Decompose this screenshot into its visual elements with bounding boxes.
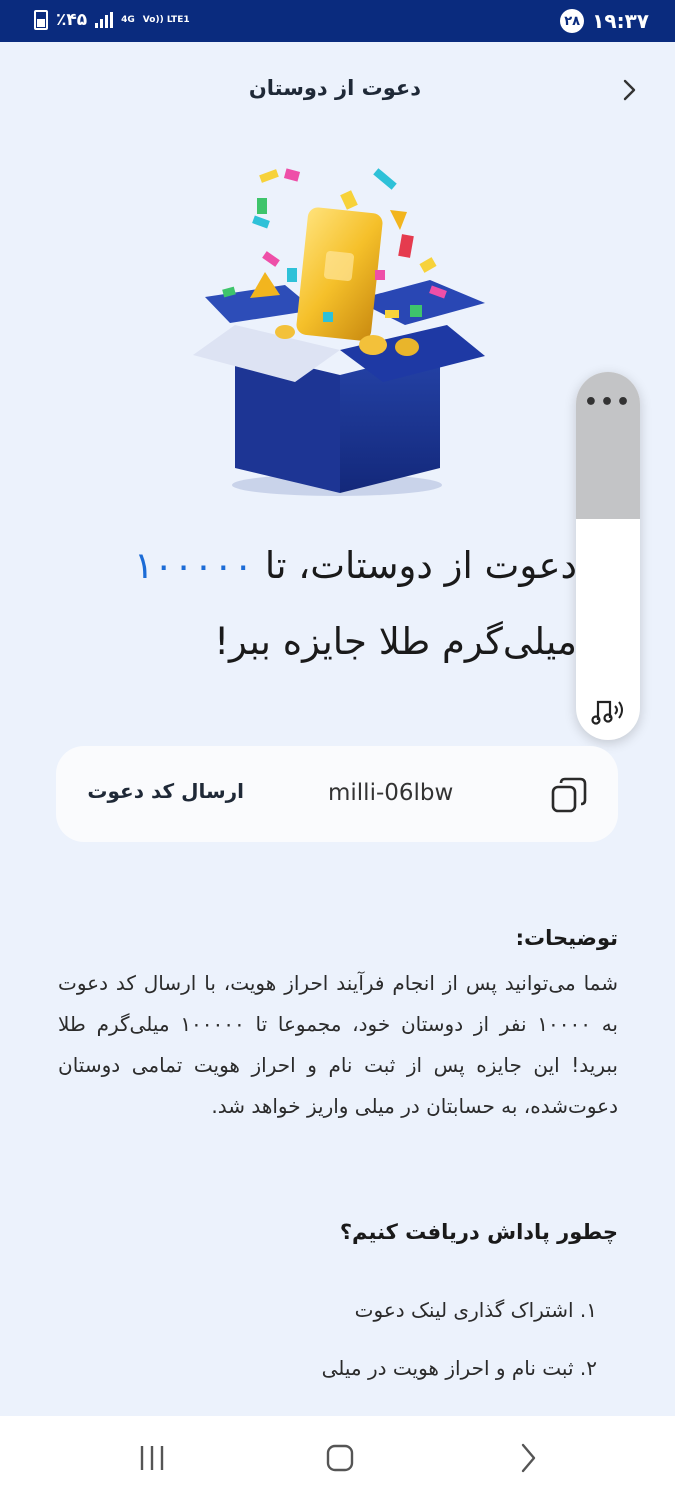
- chevron-right-icon[interactable]: [617, 78, 641, 102]
- network-type: 4G: [121, 15, 135, 25]
- headline: دعوت از دوستات، تا ۱۰۰۰۰۰ میلی‌گرم طلا ج…: [17, 528, 577, 680]
- send-invite-code-button[interactable]: ارسال کد دعوت: [87, 779, 244, 803]
- step-item: ۲. ثبت نام و احراز هویت در میلی: [321, 1356, 597, 1380]
- more-dots-icon[interactable]: •••: [576, 390, 640, 415]
- headline-part1: دعوت از دوستات، تا: [253, 544, 577, 587]
- floating-audio-widget[interactable]: •••: [576, 372, 640, 740]
- home-icon[interactable]: [324, 1442, 356, 1474]
- how-to-title: چطور پاداش دریافت کنیم؟: [339, 1220, 618, 1244]
- status-left-group: ٪۴۵ 4G Vo)) LTE1: [34, 10, 190, 30]
- headline-part2: میلی‌گرم طلا جایزه ببر!: [214, 620, 577, 663]
- description-title: توضیحات:: [515, 926, 618, 950]
- system-nav-bar: [0, 1416, 675, 1500]
- widget-handle[interactable]: •••: [576, 372, 640, 519]
- back-arrow-icon[interactable]: [512, 1442, 544, 1474]
- music-note-sound-icon[interactable]: [588, 690, 628, 730]
- network-label: Vo)) LTE1: [142, 15, 190, 25]
- battery-icon: [34, 10, 48, 30]
- status-right-group: ۲۸ ۱۹:۳۷: [560, 9, 649, 33]
- status-time: ۱۹:۳۷: [592, 9, 649, 33]
- gift-box-illustration: [193, 168, 485, 496]
- step-item: ۱. اشتراک گذاری لینک دعوت: [354, 1298, 597, 1322]
- network-indicator: 4G: [121, 15, 135, 25]
- invite-code: milli-06lbw: [328, 780, 454, 806]
- battery-level: ٪۴۵: [56, 10, 88, 30]
- volte-indicator: Vo)) LTE1: [143, 15, 190, 25]
- notification-count-badge: ۲۸: [560, 9, 585, 33]
- description-body: شما می‌توانید پس از انجام فرآیند احراز ه…: [58, 971, 618, 1118]
- copy-icon[interactable]: [550, 776, 588, 814]
- page-header: دعوت از دوستان: [0, 42, 675, 138]
- recents-icon[interactable]: [136, 1442, 168, 1474]
- page-title: دعوت از دوستان: [248, 76, 421, 100]
- headline-amount: ۱۰۰۰۰۰: [133, 544, 254, 587]
- status-bar: ٪۴۵ 4G Vo)) LTE1 ۲۸ ۱۹:۳۷: [0, 0, 675, 42]
- invite-code-card: ارسال کد دعوت milli-06lbw: [56, 746, 618, 842]
- signal-icon: [95, 12, 114, 28]
